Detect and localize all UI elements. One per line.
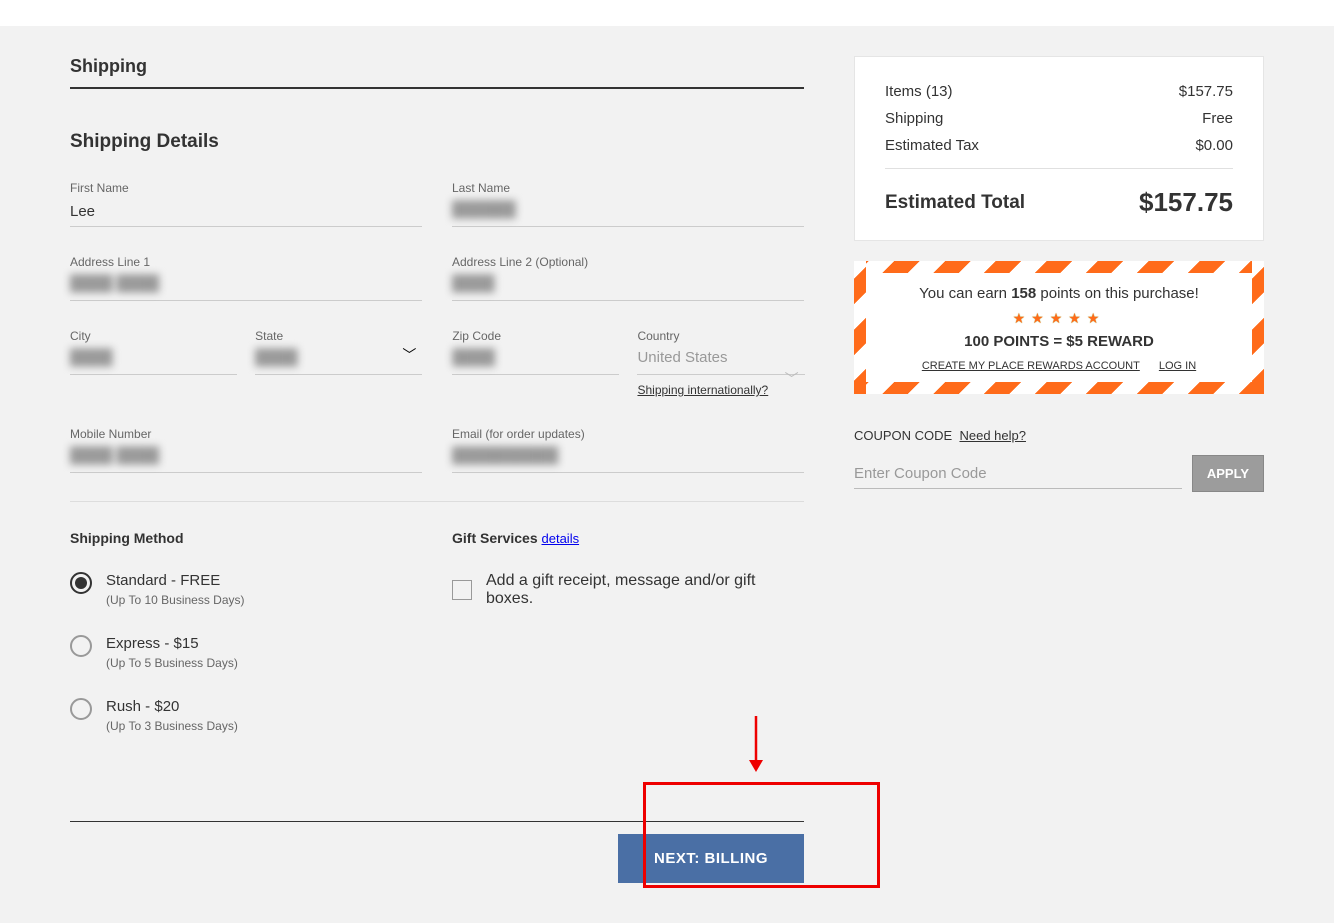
login-link[interactable]: LOG IN [1159,360,1196,372]
country-select[interactable]: United States [637,349,804,375]
address2-label: Address Line 2 (Optional) [452,255,804,269]
rewards-earn-text: You can earn 158 points on this purchase… [880,285,1238,302]
coupon-code-label: COUPON CODE [854,428,952,443]
rewards-rate-text: 100 POINTS = $5 REWARD [880,333,1238,350]
mobile-field[interactable]: ████ ████ [70,447,422,473]
star-icons: ★★★★★ [880,310,1238,327]
city-field[interactable]: ████ [70,349,237,375]
coupon-code-input[interactable] [854,459,1182,489]
city-label: City [70,329,237,343]
summary-shipping-value: Free [1202,110,1233,127]
radio-icon [70,635,92,657]
shipping-option-label: Express - $15 [106,635,238,652]
shipping-details-heading: Shipping Details [70,131,804,153]
summary-total-label: Estimated Total [885,192,1025,214]
shipping-international-link[interactable]: Shipping internationally? [637,383,768,397]
gift-services-heading: Gift Services details [452,530,804,546]
shipping-option-label: Standard - FREE [106,572,245,589]
address2-field[interactable]: ████ [452,275,804,301]
gift-details-link[interactable]: details [542,531,580,546]
state-label: State [255,329,422,343]
summary-total-value: $157.75 [1139,187,1233,218]
address1-field[interactable]: ████ ████ [70,275,422,301]
shipping-method-heading: Shipping Method [70,530,422,546]
mobile-label: Mobile Number [70,427,422,441]
summary-shipping-label: Shipping [885,110,943,127]
zip-label: Zip Code [452,329,619,343]
shipping-option-rush[interactable]: Rush - $20 (Up To 3 Business Days) [70,698,422,733]
order-summary-card: Items (13) $157.75 Shipping Free Estimat… [854,56,1264,241]
summary-tax-value: $0.00 [1195,137,1233,154]
section-title: Shipping [70,56,804,89]
shipping-option-sub: (Up To 10 Business Days) [106,593,245,607]
summary-items-value: $157.75 [1179,83,1233,100]
state-select[interactable]: ████ [255,349,422,375]
first-name-field[interactable] [70,201,422,227]
divider [885,168,1233,169]
gift-receipt-label: Add a gift receipt, message and/or gift … [486,572,804,608]
last-name-field[interactable]: ██████ [452,201,804,227]
gift-receipt-checkbox[interactable]: Add a gift receipt, message and/or gift … [452,572,804,608]
divider [70,501,804,502]
radio-icon [70,572,92,594]
next-billing-button[interactable]: NEXT: BILLING [618,834,804,883]
coupon-help-link[interactable]: Need help? [959,428,1026,443]
address1-label: Address Line 1 [70,255,422,269]
country-label: Country [637,329,804,343]
apply-coupon-button[interactable]: APPLY [1192,455,1264,492]
zip-field[interactable]: ████ [452,349,619,375]
email-label: Email (for order updates) [452,427,804,441]
summary-items-label: Items (13) [885,83,953,100]
checkbox-icon [452,580,472,600]
shipping-option-express[interactable]: Express - $15 (Up To 5 Business Days) [70,635,422,670]
first-name-label: First Name [70,181,422,195]
shipping-option-sub: (Up To 5 Business Days) [106,656,238,670]
last-name-label: Last Name [452,181,804,195]
shipping-option-standard[interactable]: Standard - FREE (Up To 10 Business Days) [70,572,422,607]
email-field[interactable]: ██████████ [452,447,804,473]
shipping-option-label: Rush - $20 [106,698,238,715]
create-rewards-account-link[interactable]: CREATE MY PLACE REWARDS ACCOUNT [922,360,1140,372]
shipping-option-sub: (Up To 3 Business Days) [106,719,238,733]
summary-tax-label: Estimated Tax [885,137,979,154]
radio-icon [70,698,92,720]
rewards-card: You can earn 158 points on this purchase… [854,261,1264,394]
